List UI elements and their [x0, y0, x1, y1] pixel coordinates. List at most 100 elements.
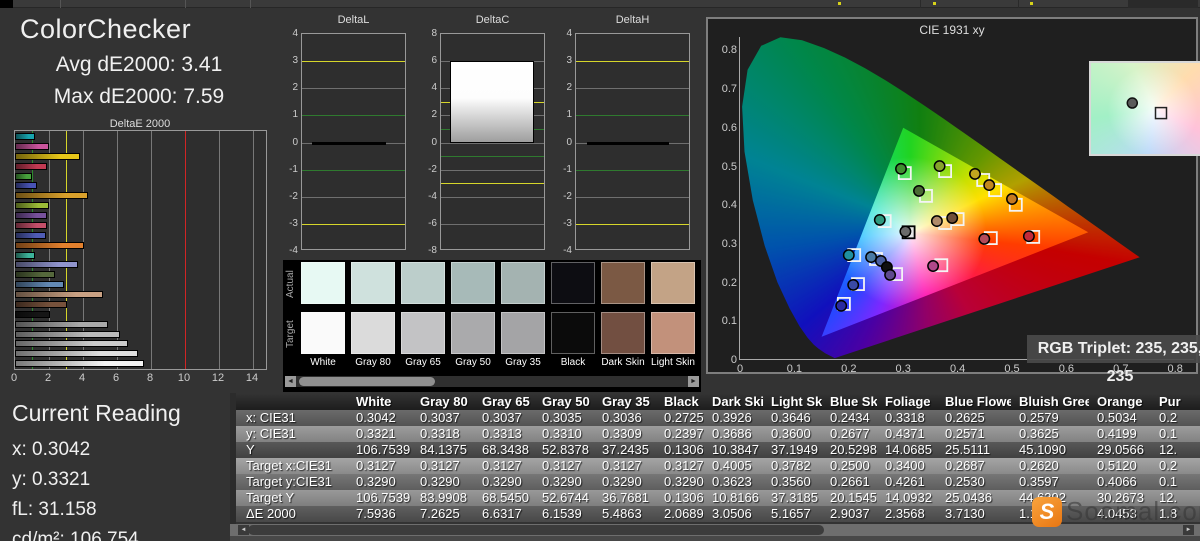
swatch-target[interactable] [501, 312, 545, 354]
table-header-cell: Gray 65 [482, 394, 530, 409]
table-cell: 0.3290 [356, 474, 396, 489]
axis-tick-label: 0.4 [721, 199, 737, 212]
deltae-bar [15, 221, 47, 229]
axis-tick-label: 3 [292, 55, 298, 66]
table-cell: 6.1539 [542, 506, 582, 521]
swatch-actual[interactable] [351, 262, 395, 304]
swatch-actual[interactable] [551, 262, 595, 304]
table-cell: 45.1090 [1019, 442, 1066, 457]
swatch-target[interactable] [651, 312, 695, 354]
top-indicator-dot [838, 2, 841, 5]
swatch-name: B [698, 357, 701, 368]
table-cell: 7.5936 [356, 506, 396, 521]
table-row: Y 106.7539 84.1375 68.3438 52.8378 37.2435 0.1… [236, 442, 1200, 458]
table-cell: 37.3185 [771, 490, 818, 505]
scroll-left-button[interactable]: ◄ [285, 376, 296, 387]
swatch-target[interactable] [351, 312, 395, 354]
deltae-bar [15, 133, 35, 140]
avg-de2000: Avg dE2000: 3.41 [55, 53, 223, 76]
swatch-actual[interactable] [601, 262, 645, 304]
table-cell: 14.0685 [885, 442, 932, 457]
grid-line [441, 197, 544, 198]
table-cell: 0.5034 [1097, 410, 1137, 425]
table-cell: 0.4199 [1097, 426, 1137, 441]
table-cell: 0.3321 [356, 426, 396, 441]
zero-value-bar [312, 142, 387, 145]
table-cell: 106.7539 [356, 442, 411, 457]
table-cell: 0.3127 [602, 458, 642, 473]
axis-tick-label: 6 [431, 55, 437, 66]
chart-plot-dc [440, 33, 545, 250]
scroll-right-button[interactable]: ► [688, 376, 699, 387]
swatch-target[interactable] [551, 312, 595, 354]
axis-tick-label: 2 [44, 372, 52, 384]
swatch-target[interactable] [401, 312, 445, 354]
cie-measured-point [847, 278, 860, 291]
cie-measured-point [884, 268, 897, 281]
swatch-actual[interactable] [501, 262, 545, 304]
table-cell: 0.1 [1159, 426, 1178, 441]
table-cell: 68.5450 [482, 490, 529, 505]
grid-line [441, 143, 544, 144]
axis-tick-label: 0 [566, 137, 572, 148]
swatch-actual[interactable] [401, 262, 445, 304]
top-divider [185, 0, 186, 8]
table-row-label: Target Y [246, 490, 295, 505]
table-cell: 0.2530 [945, 474, 985, 489]
table-cell: 0.2 [1159, 410, 1178, 425]
reference-line-green [302, 115, 405, 116]
swatch-name: Gray 80 [355, 357, 391, 368]
table-cell: 2.3568 [885, 506, 925, 521]
table-cell: 0.4261 [885, 474, 925, 489]
scrollbar-thumb[interactable] [248, 525, 824, 535]
cie-measured-point [946, 212, 959, 224]
cie-measured-point [933, 160, 946, 173]
swatch-actual[interactable] [301, 262, 345, 304]
top-indicator-dot [1030, 2, 1033, 5]
cie-measured-point [895, 162, 907, 175]
grid-line [219, 131, 220, 369]
table-cell: 83.9908 [420, 490, 467, 505]
table-cell: 0.4371 [885, 426, 925, 441]
reference-line-yellow [302, 224, 405, 225]
grid-line [441, 170, 544, 171]
swatch-name: White [310, 357, 336, 368]
axis-tick-label: 0.6 [721, 121, 737, 134]
swatch-target[interactable] [451, 312, 495, 354]
table-cell: 0.3318 [420, 426, 460, 441]
scrollbar-thumb[interactable] [299, 377, 435, 386]
table-row-label: Target y:CIE31 [246, 474, 332, 489]
rgb-triplet-readout: RGB Triplet: 235, 235, 235 [1027, 335, 1200, 385]
table-header-cell: Blue Sky [830, 394, 877, 409]
cie-measured-point [842, 249, 855, 262]
table-header-cell: Light Skin [771, 394, 822, 409]
axis-tick-label: 1 [566, 109, 572, 120]
axis-tick-label: 0.3 [895, 363, 911, 375]
inset-measured-point [1126, 97, 1139, 109]
top-corner-block [0, 0, 13, 8]
grid-line [441, 224, 544, 225]
zero-value-bar [587, 142, 669, 145]
table-cell: 0.2725 [664, 410, 704, 425]
table-cell: 5.4863 [602, 506, 642, 521]
swatch-row-label: Target [285, 320, 296, 348]
swatch-target[interactable] [601, 312, 645, 354]
deltae-bar [15, 172, 32, 180]
table-cell: 3.0506 [712, 506, 752, 521]
swatch-actual[interactable] [451, 262, 495, 304]
table-cell: 0.2677 [830, 426, 870, 441]
swatch-actual[interactable] [651, 262, 695, 304]
axis-tick-label: -4 [563, 245, 572, 256]
table-header-cell: Gray 80 [420, 394, 468, 409]
table-header-cell: Foliage [885, 394, 931, 409]
swatch-target[interactable] [301, 312, 345, 354]
current-reading-title: Current Reading [12, 400, 181, 426]
swatch-scrollbar[interactable]: ◄ ► [285, 376, 699, 387]
deltae-bar [15, 310, 50, 318]
table-cell: 84.1375 [420, 442, 467, 457]
table-cell: 0.3318 [885, 410, 925, 425]
axis-tick-label: 1 [292, 109, 298, 120]
table-cell: 0.4066 [1097, 474, 1137, 489]
top-divider [60, 0, 61, 8]
reference-line-yellow [576, 61, 689, 62]
